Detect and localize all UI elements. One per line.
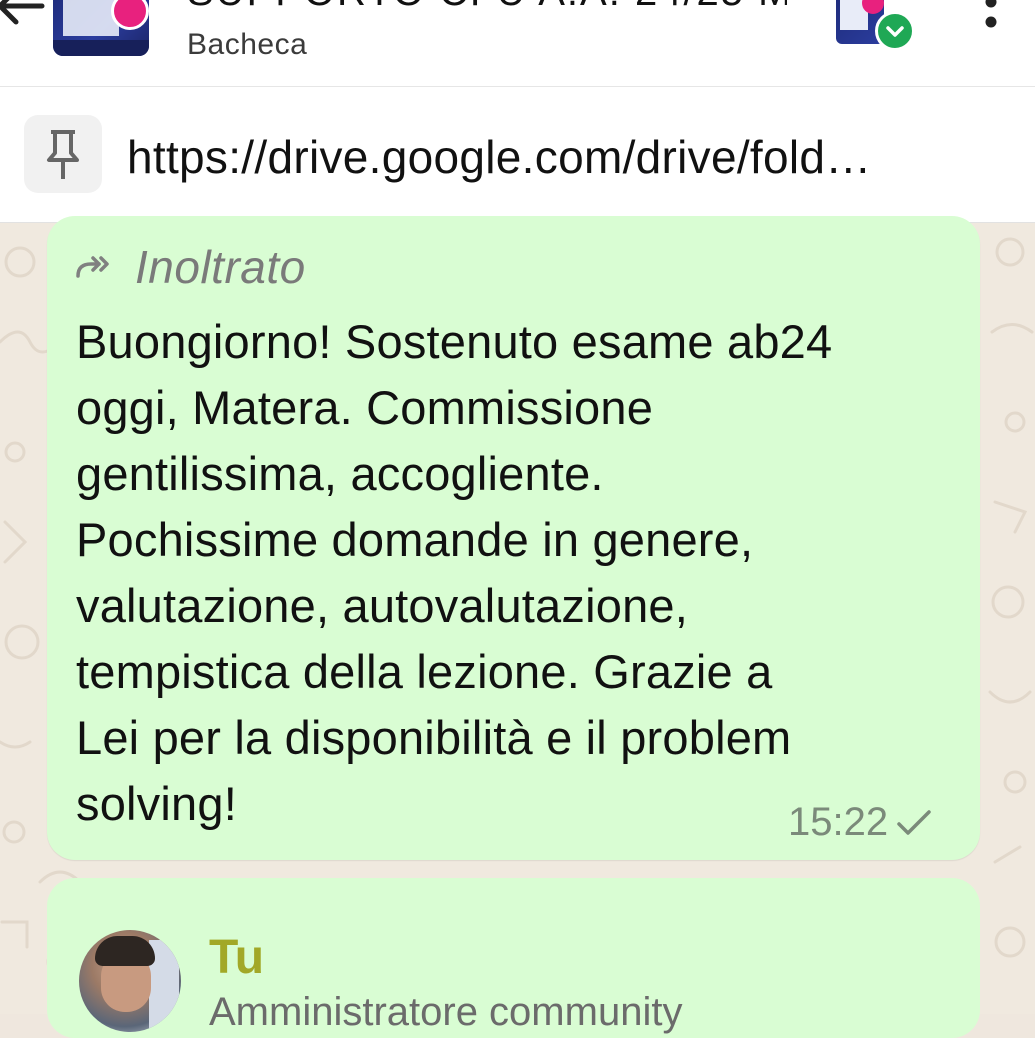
forward-icon xyxy=(76,256,109,278)
message-meta: 15:22 xyxy=(788,800,932,845)
message-bubble[interactable]: Tu Amministratore community xyxy=(47,878,980,1038)
group-avatar[interactable] xyxy=(53,0,149,56)
message-time: 15:22 xyxy=(788,800,889,844)
message-bubble[interactable]: Inoltrato Buongiorno! Sostenuto esame ab… xyxy=(47,216,980,860)
chat-header: SUPPORTO CFU A.A. 24/25 M... Bacheca xyxy=(0,0,1035,87)
message-text: Buongiorno! Sostenuto esame ab24 oggi, M… xyxy=(76,315,833,830)
check-badge-icon xyxy=(875,11,915,51)
back-button[interactable] xyxy=(0,0,46,26)
pinned-message-bar[interactable]: https://drive.google.com/drive/fold… xyxy=(0,87,1035,223)
chat-title[interactable]: SUPPORTO CFU A.A. 24/25 M... xyxy=(187,0,787,15)
single-check-icon xyxy=(897,809,931,835)
more-options-button[interactable] xyxy=(978,0,1004,36)
arrow-left-icon xyxy=(0,0,45,25)
more-vert-icon xyxy=(985,0,997,28)
avatar-hair-graphic xyxy=(95,936,155,966)
forwarded-label: Inoltrato xyxy=(135,241,306,293)
avatar-footer-graphic xyxy=(53,40,149,56)
avatar[interactable] xyxy=(79,930,181,1032)
pin-icon xyxy=(47,130,79,179)
sender-name[interactable]: Tu xyxy=(209,930,264,985)
sender-role: Amministratore community xyxy=(209,990,683,1034)
pinned-link-text[interactable]: https://drive.google.com/drive/fold… xyxy=(127,130,1023,184)
chat-subtitle[interactable]: Bacheca xyxy=(187,28,307,62)
pin-icon-box xyxy=(24,115,102,193)
forwarded-indicator: Inoltrato xyxy=(75,241,306,293)
